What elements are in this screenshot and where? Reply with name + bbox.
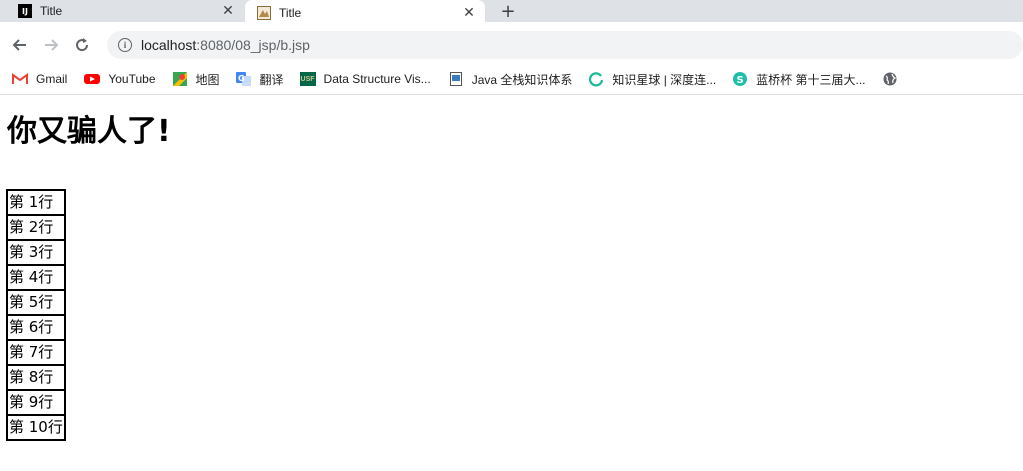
table-cell: 第 4行 xyxy=(7,265,65,290)
lanqiao-icon: S xyxy=(732,72,748,86)
bookmark-zsxq[interactable]: 知识星球 | 深度连... xyxy=(588,64,716,95)
table-row: 第 4行 xyxy=(7,265,65,290)
table-row: 第 3行 xyxy=(7,240,65,265)
usf-icon: USF xyxy=(299,72,316,86)
bookmark-label: Data Structure Vis... xyxy=(323,72,431,86)
bookmark-label: 知识星球 | 深度连... xyxy=(612,72,717,87)
close-icon[interactable]: ✕ xyxy=(220,3,236,19)
table-row: 第 8行 xyxy=(7,365,65,390)
table-cell: 第 8行 xyxy=(7,365,65,390)
jsp-page-icon xyxy=(257,6,271,20)
bookmark-java[interactable]: Java 全栈知识体系 xyxy=(448,64,573,95)
table-row: 第 2行 xyxy=(7,215,65,240)
globe-icon xyxy=(882,72,898,86)
zsxq-icon xyxy=(588,72,604,87)
bookmark-translate[interactable]: G 翻译 xyxy=(236,64,284,95)
tab-title-1[interactable]: IJ Title ✕ xyxy=(0,0,244,22)
java-doc-icon xyxy=(448,72,464,86)
youtube-icon xyxy=(84,72,101,86)
svg-text:S: S xyxy=(737,75,744,86)
reload-button[interactable] xyxy=(71,34,93,56)
info-icon[interactable]: i xyxy=(118,38,132,52)
intellij-icon: IJ xyxy=(18,4,32,18)
bookmark-lanqiao[interactable]: S 蓝桥杯 第十三届大... xyxy=(732,64,866,95)
table-cell: 第 3行 xyxy=(7,240,65,265)
url-path: :8080/08_jsp/b.jsp xyxy=(196,37,310,53)
table-row: 第 1行 xyxy=(7,190,65,215)
tab-label: Title xyxy=(279,6,302,20)
new-tab-button[interactable]: + xyxy=(497,0,519,22)
table-row: 第 9行 xyxy=(7,390,65,415)
page-content: 你又骗人了! 第 1行 第 2行 第 3行 第 4行 第 5行 第 6行 第 7… xyxy=(0,96,1023,471)
bookmark-label: 地图 xyxy=(195,72,220,87)
table-cell: 第 5行 xyxy=(7,290,65,315)
rows-table: 第 1行 第 2行 第 3行 第 4行 第 5行 第 6行 第 7行 第 8行 … xyxy=(6,189,66,441)
browser-toolbar: i localhost:8080/08_jsp/b.jsp xyxy=(0,26,1023,64)
bookmark-label: Gmail xyxy=(36,72,68,86)
table-row: 第 7行 xyxy=(7,340,65,365)
bookmarks-bar: Gmail YouTube 地图 G 翻译 USF Data Structure… xyxy=(0,64,1023,95)
tab-strip: IJ Title ✕ Title ✕ + xyxy=(0,0,1023,26)
translate-icon: G xyxy=(236,72,252,86)
bookmark-globe[interactable] xyxy=(882,64,906,95)
bookmark-youtube[interactable]: YouTube xyxy=(84,64,156,95)
page-heading: 你又骗人了! xyxy=(7,114,171,149)
table-cell: 第 10行 xyxy=(7,415,65,440)
bookmark-label: 翻译 xyxy=(259,72,284,87)
url-text[interactable]: localhost:8080/08_jsp/b.jsp xyxy=(141,37,310,53)
url-host: localhost xyxy=(141,37,197,53)
tab-title-2[interactable]: Title ✕ xyxy=(245,0,485,26)
table-cell: 第 1行 xyxy=(7,190,65,215)
address-bar[interactable]: i localhost:8080/08_jsp/b.jsp xyxy=(107,31,1023,59)
table-row: 第 5行 xyxy=(7,290,65,315)
close-icon[interactable]: ✕ xyxy=(461,5,477,21)
svg-text:G: G xyxy=(238,74,245,83)
forward-button[interactable] xyxy=(40,34,62,56)
gmail-icon xyxy=(12,72,28,86)
maps-icon xyxy=(172,72,188,86)
bookmark-data-structure[interactable]: USF Data Structure Vis... xyxy=(299,64,431,95)
bookmark-label: 蓝桥杯 第十三届大... xyxy=(756,72,866,87)
bookmark-label: Java 全栈知识体系 xyxy=(471,72,573,87)
table-row: 第 10行 xyxy=(7,415,65,440)
bookmark-maps[interactable]: 地图 xyxy=(172,64,220,95)
bookmark-label: YouTube xyxy=(108,72,156,86)
table-row: 第 6行 xyxy=(7,315,65,340)
tab-label: Title xyxy=(40,4,63,18)
bookmark-gmail[interactable]: Gmail xyxy=(12,64,67,95)
back-button[interactable] xyxy=(9,34,31,56)
table-cell: 第 2行 xyxy=(7,215,65,240)
table-cell: 第 6行 xyxy=(7,315,65,340)
table-cell: 第 9行 xyxy=(7,390,65,415)
table-cell: 第 7行 xyxy=(7,340,65,365)
